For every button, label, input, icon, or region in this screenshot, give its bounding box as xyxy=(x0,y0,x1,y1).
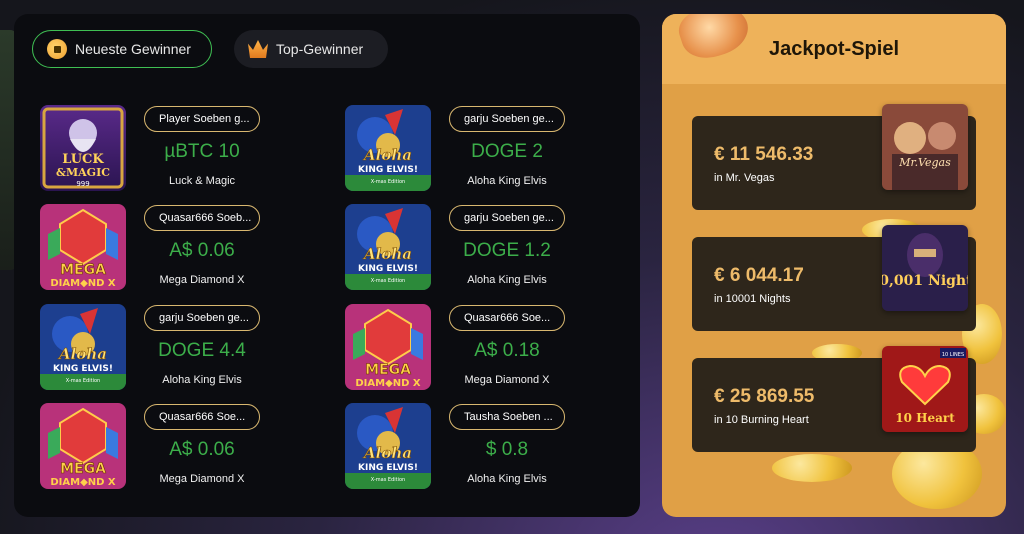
jackpot-game-name: in 10001 Nights xyxy=(714,293,791,305)
winner-item[interactable]: MEGA DIAM◆ND X Quasar666 Soe... A$ 0.18 … xyxy=(345,304,605,390)
jackpot-card[interactable]: € 11 546.33 in Mr. Vegas Mr.Vegas xyxy=(692,104,976,210)
svg-text:KING ELVIS!: KING ELVIS! xyxy=(53,364,113,374)
win-amount: DOGE 4.4 xyxy=(158,340,246,361)
svg-text:KING ELVIS!: KING ELVIS! xyxy=(358,463,418,473)
player-pill: garju Soeben ge... xyxy=(449,106,565,132)
svg-text:MEGA: MEGA xyxy=(60,262,106,278)
game-name[interactable]: Mega Diamond X xyxy=(144,473,260,485)
game-name[interactable]: Mega Diamond X xyxy=(144,274,260,286)
svg-text:10 Heart: 10 Heart xyxy=(895,411,955,425)
svg-text:MEGA: MEGA xyxy=(60,461,106,477)
game-thumbnail-mega-diamond[interactable]: MEGA DIAM◆ND X xyxy=(345,304,431,390)
player-pill: Quasar666 Soeb... xyxy=(144,205,260,231)
player-pill: Player Soeben g... xyxy=(144,106,260,132)
game-thumbnail-aloha[interactable]: Aloha KING ELVIS! X-mas Edition xyxy=(345,105,431,191)
jackpot-panel: Jackpot-Spiel € 11 546.33 in Mr. Vegas M… xyxy=(662,14,1006,517)
svg-text:Aloha: Aloha xyxy=(362,444,412,462)
game-name[interactable]: Aloha King Elvis xyxy=(449,473,565,485)
game-thumbnail-aloha[interactable]: Aloha KING ELVIS! X-mas Edition xyxy=(345,204,431,290)
jackpot-thumbnail-10-burning-heart[interactable]: 10 LINES 10 Heart xyxy=(882,346,968,432)
svg-text:X-mas Edition: X-mas Edition xyxy=(66,378,100,384)
svg-text:10,001 Nights: 10,001 Nights xyxy=(882,273,968,289)
game-name[interactable]: Aloha King Elvis xyxy=(449,175,565,187)
player-pill: Quasar666 Soe... xyxy=(449,305,565,331)
game-thumbnail-mega-diamond[interactable]: MEGA DIAM◆ND X xyxy=(40,204,126,290)
svg-text:Mr.Vegas: Mr.Vegas xyxy=(898,156,951,169)
player-pill: garju Soeben ge... xyxy=(144,305,260,331)
svg-text:DIAM◆ND X: DIAM◆ND X xyxy=(355,378,421,389)
svg-text:MEGA: MEGA xyxy=(365,362,411,378)
svg-text:X-mas Edition: X-mas Edition xyxy=(371,278,405,284)
win-amount: A$ 0.06 xyxy=(169,240,235,261)
winner-item[interactable]: Aloha KING ELVIS! X-mas Edition garju So… xyxy=(40,304,300,390)
jackpot-card[interactable]: € 6 044.17 in 10001 Nights 10,001 Nights xyxy=(692,225,976,331)
winner-item[interactable]: LUCK &MAGIC 999 Player Soeben g... µBTC … xyxy=(40,105,300,191)
svg-text:Aloha: Aloha xyxy=(362,146,412,164)
win-amount: A$ 0.06 xyxy=(169,439,235,460)
game-thumbnail-mega-diamond[interactable]: MEGA DIAM◆ND X xyxy=(40,403,126,489)
jackpot-amount: € 25 869.55 xyxy=(714,386,815,407)
svg-text:DIAM◆ND X: DIAM◆ND X xyxy=(50,477,116,488)
svg-text:Aloha: Aloha xyxy=(362,245,412,263)
svg-text:10 LINES: 10 LINES xyxy=(942,352,964,358)
jackpot-amount: € 11 546.33 xyxy=(714,144,814,165)
win-amount: DOGE 1.2 xyxy=(463,240,551,261)
jackpot-title: Jackpot-Spiel xyxy=(768,38,900,60)
svg-text:Aloha: Aloha xyxy=(57,345,107,363)
crown-icon xyxy=(248,40,268,58)
jackpot-thumbnail-mr-vegas[interactable]: Mr.Vegas xyxy=(882,104,968,190)
svg-text:DIAM◆ND X: DIAM◆ND X xyxy=(50,278,116,289)
jackpot-amount: € 6 044.17 xyxy=(714,265,804,286)
game-thumbnail-luck-magic[interactable]: LUCK &MAGIC 999 xyxy=(40,105,126,191)
player-pill: Tausha Soeben ... xyxy=(449,404,565,430)
player-pill: Quasar666 Soe... xyxy=(144,404,260,430)
win-amount: A$ 0.18 xyxy=(474,340,540,361)
tab-latest-winners[interactable]: Neueste Gewinner xyxy=(32,30,212,68)
jackpot-thumbnail-10001-nights[interactable]: 10,001 Nights xyxy=(882,225,968,311)
svg-text:X-mas Edition: X-mas Edition xyxy=(371,179,405,185)
player-pill: garju Soeben ge... xyxy=(449,205,565,231)
game-name[interactable]: Mega Diamond X xyxy=(449,374,565,386)
winner-item[interactable]: Aloha KING ELVIS! X-mas Edition Tausha S… xyxy=(345,403,605,489)
tab-top-winners[interactable]: Top-Gewinner xyxy=(234,30,388,68)
coin-icon xyxy=(47,39,67,59)
game-name[interactable]: Luck & Magic xyxy=(144,175,260,187)
winner-item[interactable]: Aloha KING ELVIS! X-mas Edition garju So… xyxy=(345,204,605,290)
game-thumbnail-aloha[interactable]: Aloha KING ELVIS! X-mas Edition xyxy=(345,403,431,489)
svg-text:KING ELVIS!: KING ELVIS! xyxy=(358,165,418,175)
jackpot-game-name: in Mr. Vegas xyxy=(714,172,775,184)
win-amount: $ 0.8 xyxy=(485,439,529,460)
game-name[interactable]: Aloha King Elvis xyxy=(449,274,565,286)
jackpot-card[interactable]: € 25 869.55 in 10 Burning Heart 10 LINES… xyxy=(692,346,976,452)
svg-text:999: 999 xyxy=(76,180,89,188)
tab-top-winners-label: Top-Gewinner xyxy=(276,41,364,57)
tab-latest-winners-label: Neueste Gewinner xyxy=(75,41,191,57)
win-amount: µBTC 10 xyxy=(164,141,240,162)
winner-item[interactable]: MEGA DIAM◆ND X Quasar666 Soeb... A$ 0.06… xyxy=(40,204,300,290)
win-amount: DOGE 2 xyxy=(471,141,543,162)
gold-coin-decoration xyxy=(772,454,852,482)
svg-text:&MAGIC: &MAGIC xyxy=(56,166,110,179)
winner-item[interactable]: Aloha KING ELVIS! X-mas Edition garju So… xyxy=(345,105,605,191)
game-thumbnail-aloha[interactable]: Aloha KING ELVIS! X-mas Edition xyxy=(40,304,126,390)
jackpot-game-name: in 10 Burning Heart xyxy=(714,414,809,426)
winners-panel: Neueste Gewinner Top-Gewinner LUCK &MAGI… xyxy=(14,14,640,517)
game-name[interactable]: Aloha King Elvis xyxy=(144,374,260,386)
svg-text:X-mas Edition: X-mas Edition xyxy=(371,477,405,483)
svg-text:LUCK: LUCK xyxy=(62,152,104,167)
winner-item[interactable]: MEGA DIAM◆ND X Quasar666 Soe... A$ 0.06 … xyxy=(40,403,300,489)
svg-text:KING ELVIS!: KING ELVIS! xyxy=(358,264,418,274)
